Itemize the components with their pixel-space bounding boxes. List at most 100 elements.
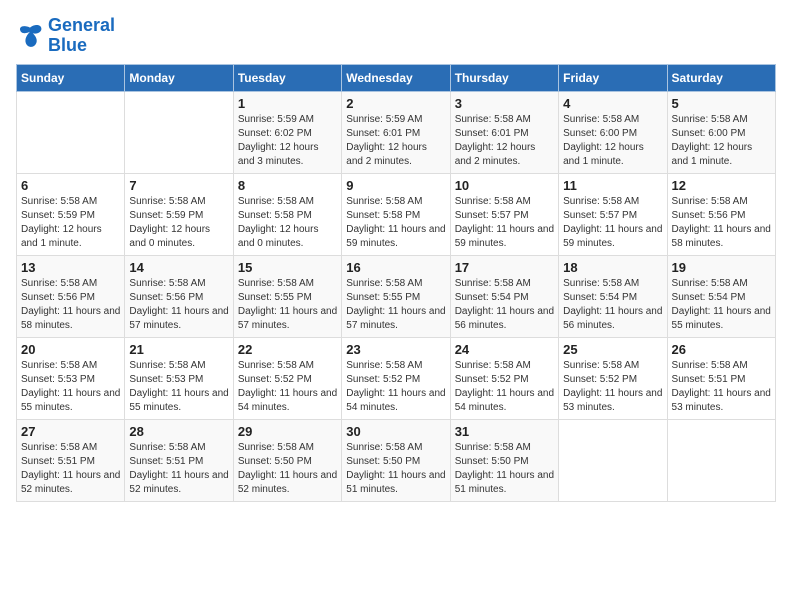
day-number: 30 bbox=[346, 424, 445, 439]
calendar-cell: 8 Sunrise: 5:58 AM Sunset: 5:58 PM Daylig… bbox=[233, 173, 341, 255]
calendar-cell: 31 Sunrise: 5:58 AM Sunset: 5:50 PM Dayli… bbox=[450, 419, 558, 501]
day-info: Sunrise: 5:58 AM Sunset: 5:50 PM Dayligh… bbox=[238, 441, 337, 497]
calendar-cell bbox=[17, 91, 125, 173]
day-number: 22 bbox=[238, 342, 337, 357]
day-info: Sunrise: 5:58 AM Sunset: 5:59 PM Dayligh… bbox=[21, 195, 120, 251]
day-number: 15 bbox=[238, 260, 337, 275]
day-info: Sunrise: 5:58 AM Sunset: 5:53 PM Dayligh… bbox=[129, 359, 228, 415]
week-row-1: 6 Sunrise: 5:58 AM Sunset: 5:59 PM Daylig… bbox=[17, 173, 776, 255]
calendar-cell: 27Sunrise: 5:58 AM Sunset: 5:51 PM Dayli… bbox=[17, 419, 125, 501]
day-header-thursday: Thursday bbox=[450, 64, 558, 91]
day-number: 9 bbox=[346, 178, 445, 193]
day-info: Sunrise: 5:58 AM Sunset: 5:57 PM Dayligh… bbox=[455, 195, 554, 251]
calendar-cell: 18 Sunrise: 5:58 AM Sunset: 5:54 PM Dayli… bbox=[559, 255, 667, 337]
day-number: 7 bbox=[129, 178, 228, 193]
day-info: Sunrise: 5:58 AM Sunset: 5:52 PM Dayligh… bbox=[563, 359, 662, 415]
day-info: Sunrise: 5:58 AM Sunset: 5:56 PM Dayligh… bbox=[129, 277, 228, 333]
day-info: Sunrise: 5:58 AM Sunset: 5:52 PM Dayligh… bbox=[238, 359, 337, 415]
day-info: Sunrise: 5:58 AM Sunset: 5:57 PM Dayligh… bbox=[563, 195, 662, 251]
logo: General Blue bbox=[16, 16, 115, 56]
logo-icon bbox=[16, 22, 44, 50]
day-info: Sunrise: 5:58 AM Sunset: 5:55 PM Dayligh… bbox=[346, 277, 445, 333]
day-number: 29 bbox=[238, 424, 337, 439]
calendar-cell bbox=[559, 419, 667, 501]
calendar-cell: 5Sunrise: 5:58 AM Sunset: 6:00 PM Daylig… bbox=[667, 91, 775, 173]
calendar-cell: 23 Sunrise: 5:58 AM Sunset: 5:52 PM Dayli… bbox=[342, 337, 450, 419]
day-info: Sunrise: 5:58 AM Sunset: 5:54 PM Dayligh… bbox=[672, 277, 771, 333]
calendar-cell: 17 Sunrise: 5:58 AM Sunset: 5:54 PM Dayli… bbox=[450, 255, 558, 337]
day-number: 16 bbox=[346, 260, 445, 275]
calendar-cell: 29 Sunrise: 5:58 AM Sunset: 5:50 PM Dayli… bbox=[233, 419, 341, 501]
calendar-cell: 11 Sunrise: 5:58 AM Sunset: 5:57 PM Dayli… bbox=[559, 173, 667, 255]
day-header-saturday: Saturday bbox=[667, 64, 775, 91]
week-row-4: 27Sunrise: 5:58 AM Sunset: 5:51 PM Dayli… bbox=[17, 419, 776, 501]
calendar-cell: 22 Sunrise: 5:58 AM Sunset: 5:52 PM Dayli… bbox=[233, 337, 341, 419]
calendar-cell: 4 Sunrise: 5:58 AM Sunset: 6:00 PM Daylig… bbox=[559, 91, 667, 173]
day-info: Sunrise: 5:58 AM Sunset: 5:54 PM Dayligh… bbox=[455, 277, 554, 333]
calendar-cell: 28 Sunrise: 5:58 AM Sunset: 5:51 PM Dayli… bbox=[125, 419, 233, 501]
day-number: 31 bbox=[455, 424, 554, 439]
day-number: 20 bbox=[21, 342, 120, 357]
calendar-cell: 10 Sunrise: 5:58 AM Sunset: 5:57 PM Dayli… bbox=[450, 173, 558, 255]
calendar-cell: 9 Sunrise: 5:58 AM Sunset: 5:58 PM Daylig… bbox=[342, 173, 450, 255]
day-info: Sunrise: 5:58 AM Sunset: 5:59 PM Dayligh… bbox=[129, 195, 228, 251]
day-info: Sunrise: 5:58 AM Sunset: 5:51 PM Dayligh… bbox=[672, 359, 771, 415]
day-info: Sunrise: 5:59 AM Sunset: 6:01 PM Dayligh… bbox=[346, 113, 445, 169]
day-info: Sunrise: 5:58 AM Sunset: 5:54 PM Dayligh… bbox=[563, 277, 662, 333]
day-header-tuesday: Tuesday bbox=[233, 64, 341, 91]
day-number: 10 bbox=[455, 178, 554, 193]
calendar-cell bbox=[667, 419, 775, 501]
day-header-sunday: Sunday bbox=[17, 64, 125, 91]
day-info: Sunrise: 5:58 AM Sunset: 5:58 PM Dayligh… bbox=[346, 195, 445, 251]
day-number: 1 bbox=[238, 96, 337, 111]
calendar-cell: 14 Sunrise: 5:58 AM Sunset: 5:56 PM Dayli… bbox=[125, 255, 233, 337]
day-number: 28 bbox=[129, 424, 228, 439]
week-row-0: 1 Sunrise: 5:59 AM Sunset: 6:02 PM Daylig… bbox=[17, 91, 776, 173]
day-number: 6 bbox=[21, 178, 120, 193]
calendar-cell: 3Sunrise: 5:58 AM Sunset: 6:01 PM Daylig… bbox=[450, 91, 558, 173]
day-info: Sunrise: 5:58 AM Sunset: 6:00 PM Dayligh… bbox=[563, 113, 662, 169]
day-number: 19 bbox=[672, 260, 771, 275]
day-number: 12 bbox=[672, 178, 771, 193]
day-number: 24 bbox=[455, 342, 554, 357]
day-info: Sunrise: 5:58 AM Sunset: 5:56 PM Dayligh… bbox=[672, 195, 771, 251]
calendar-cell: 19 Sunrise: 5:58 AM Sunset: 5:54 PM Dayli… bbox=[667, 255, 775, 337]
day-number: 23 bbox=[346, 342, 445, 357]
day-header-monday: Monday bbox=[125, 64, 233, 91]
day-info: Sunrise: 5:58 AM Sunset: 5:50 PM Dayligh… bbox=[455, 441, 554, 497]
day-number: 4 bbox=[563, 96, 662, 111]
day-info: Sunrise: 5:58 AM Sunset: 5:53 PM Dayligh… bbox=[21, 359, 120, 415]
page-header: General Blue bbox=[16, 16, 776, 56]
day-info: Sunrise: 5:58 AM Sunset: 6:01 PM Dayligh… bbox=[455, 113, 554, 169]
day-info: Sunrise: 5:59 AM Sunset: 6:02 PM Dayligh… bbox=[238, 113, 337, 169]
day-number: 26 bbox=[672, 342, 771, 357]
day-header-friday: Friday bbox=[559, 64, 667, 91]
day-number: 13 bbox=[21, 260, 120, 275]
calendar-table: SundayMondayTuesdayWednesdayThursdayFrid… bbox=[16, 64, 776, 502]
week-row-3: 20 Sunrise: 5:58 AM Sunset: 5:53 PM Dayli… bbox=[17, 337, 776, 419]
day-number: 18 bbox=[563, 260, 662, 275]
day-info: Sunrise: 5:58 AM Sunset: 5:55 PM Dayligh… bbox=[238, 277, 337, 333]
day-number: 5 bbox=[672, 96, 771, 111]
day-number: 25 bbox=[563, 342, 662, 357]
day-header-wednesday: Wednesday bbox=[342, 64, 450, 91]
calendar-cell: 13 Sunrise: 5:58 AM Sunset: 5:56 PM Dayli… bbox=[17, 255, 125, 337]
day-info: Sunrise: 5:58 AM Sunset: 5:52 PM Dayligh… bbox=[346, 359, 445, 415]
day-info: Sunrise: 5:58 AM Sunset: 5:56 PM Dayligh… bbox=[21, 277, 120, 333]
calendar-cell: 15 Sunrise: 5:58 AM Sunset: 5:55 PM Dayli… bbox=[233, 255, 341, 337]
calendar-cell: 16 Sunrise: 5:58 AM Sunset: 5:55 PM Dayli… bbox=[342, 255, 450, 337]
day-number: 17 bbox=[455, 260, 554, 275]
day-info: Sunrise: 5:58 AM Sunset: 5:50 PM Dayligh… bbox=[346, 441, 445, 497]
calendar-cell: 1 Sunrise: 5:59 AM Sunset: 6:02 PM Daylig… bbox=[233, 91, 341, 173]
day-info: Sunrise: 5:58 AM Sunset: 5:58 PM Dayligh… bbox=[238, 195, 337, 251]
day-number: 8 bbox=[238, 178, 337, 193]
day-number: 14 bbox=[129, 260, 228, 275]
calendar-cell bbox=[125, 91, 233, 173]
logo-text: General Blue bbox=[48, 16, 115, 56]
day-number: 11 bbox=[563, 178, 662, 193]
calendar-cell: 21 Sunrise: 5:58 AM Sunset: 5:53 PM Dayli… bbox=[125, 337, 233, 419]
day-number: 21 bbox=[129, 342, 228, 357]
calendar-cell: 6 Sunrise: 5:58 AM Sunset: 5:59 PM Daylig… bbox=[17, 173, 125, 255]
day-info: Sunrise: 5:58 AM Sunset: 5:51 PM Dayligh… bbox=[129, 441, 228, 497]
week-row-2: 13 Sunrise: 5:58 AM Sunset: 5:56 PM Dayli… bbox=[17, 255, 776, 337]
